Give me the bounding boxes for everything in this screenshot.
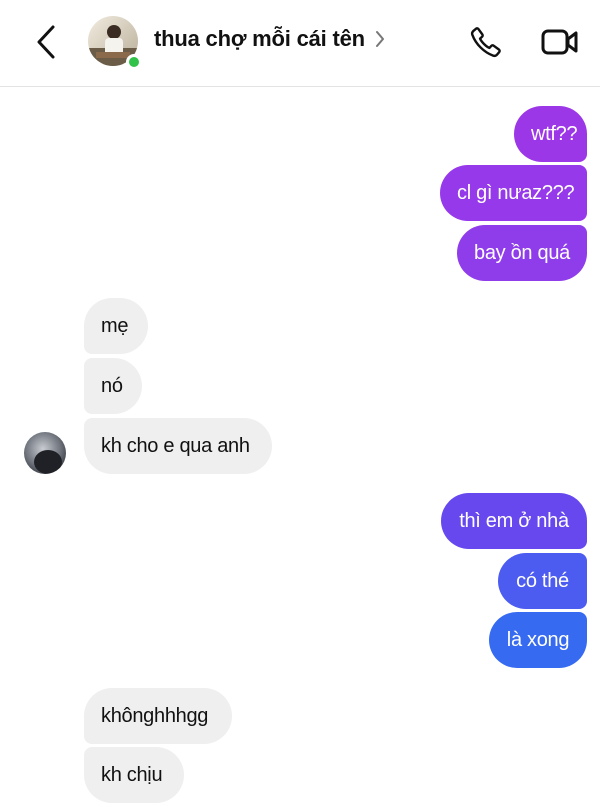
message-bubble-incoming[interactable]: mẹ: [84, 298, 148, 354]
message-bubble-incoming[interactable]: kh chịu: [84, 747, 184, 803]
message-bubble-outgoing[interactable]: thì em ở nhà: [441, 493, 587, 549]
video-call-button[interactable]: [538, 24, 582, 64]
video-camera-icon: [541, 27, 579, 62]
chat-header: thua chợ mỗi cái tên: [0, 0, 600, 87]
message-bubble-incoming[interactable]: kh cho e qua anh: [84, 418, 272, 474]
chevron-right-icon: [375, 30, 385, 48]
contact-profile-link[interactable]: thua chợ mỗi cái tên: [154, 26, 385, 52]
audio-call-button[interactable]: [466, 24, 506, 64]
chat-screen: thua chợ mỗi cái tên wtf?? cl gì nưaz???…: [0, 0, 600, 803]
message-bubble-incoming[interactable]: nó: [84, 358, 142, 414]
back-button[interactable]: [28, 22, 64, 66]
contact-avatar-header[interactable]: [88, 16, 142, 70]
contact-name: thua chợ mỗi cái tên: [154, 26, 365, 51]
message-bubble-outgoing[interactable]: cl gì nưaz???: [440, 165, 587, 221]
chevron-left-icon: [35, 24, 57, 65]
contact-avatar[interactable]: [24, 432, 66, 474]
message-bubble-incoming[interactable]: khônghhhgg: [84, 688, 232, 744]
message-bubble-outgoing[interactable]: có thé: [498, 553, 587, 609]
online-status-indicator: [126, 54, 142, 70]
message-bubble-outgoing[interactable]: là xong: [489, 612, 587, 668]
message-bubble-outgoing[interactable]: wtf??: [514, 106, 587, 162]
phone-icon: [469, 25, 503, 64]
message-bubble-outgoing[interactable]: bay ồn quá: [457, 225, 587, 281]
